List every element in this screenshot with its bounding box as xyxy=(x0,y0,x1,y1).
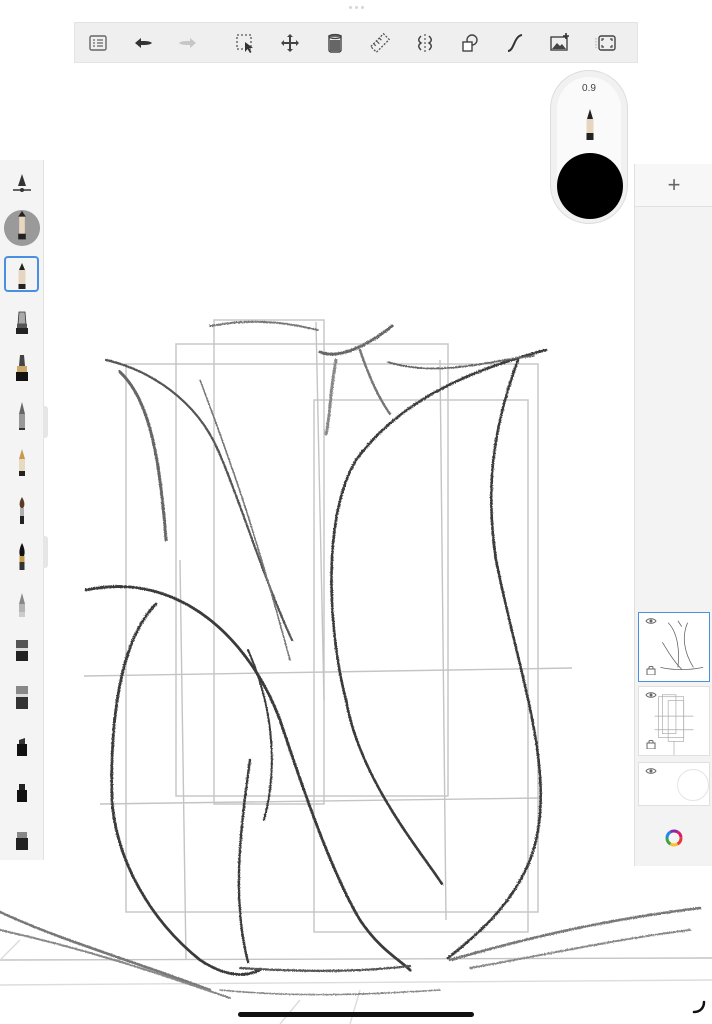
fountain-pen-icon[interactable] xyxy=(0,442,43,482)
chisel-marker-icon[interactable] xyxy=(0,630,43,670)
add-layer-label: + xyxy=(667,172,681,197)
symmetry-icon[interactable] xyxy=(402,23,447,62)
ink-brush-icon[interactable] xyxy=(0,536,43,576)
eraser-icon[interactable] xyxy=(0,820,43,860)
marker-icon[interactable] xyxy=(0,302,43,342)
color-wheel-button[interactable] xyxy=(635,810,712,866)
ink-pen-icon[interactable] xyxy=(0,348,43,388)
curve-icon[interactable] xyxy=(492,23,537,62)
paintbrush-icon[interactable] xyxy=(0,490,43,530)
add-layer-button[interactable]: + xyxy=(635,164,712,207)
highlighter-icon[interactable] xyxy=(0,772,43,812)
shapes-icon[interactable] xyxy=(447,23,492,62)
layer-guides[interactable] xyxy=(638,686,710,756)
brush-puck[interactable]: 0.9 xyxy=(550,70,628,224)
color-swatch[interactable] xyxy=(557,153,623,219)
wide-marker-icon[interactable] xyxy=(0,678,43,718)
layer-panel: + xyxy=(634,164,712,866)
select-icon[interactable] xyxy=(222,23,267,62)
ruler-icon[interactable] xyxy=(357,23,402,62)
home-indicator[interactable] xyxy=(238,1012,474,1017)
construction-lines xyxy=(0,319,712,1024)
brush-panel-tab[interactable] xyxy=(43,406,48,438)
brush-settings-icon[interactable] xyxy=(0,164,43,204)
toolbar-grip[interactable] xyxy=(346,6,366,10)
pencil-round-icon[interactable] xyxy=(0,208,43,248)
redo-icon[interactable] xyxy=(165,23,210,62)
brush-library-panel xyxy=(0,160,44,860)
background-color-swatch[interactable] xyxy=(677,769,709,801)
corner-handle-icon[interactable] xyxy=(690,998,708,1016)
top-toolbar xyxy=(74,22,638,63)
move-icon[interactable] xyxy=(267,23,312,62)
brush-panel-tab[interactable] xyxy=(43,536,48,568)
lock-icon[interactable] xyxy=(646,665,656,675)
image-icon[interactable] xyxy=(537,23,582,62)
eye-icon[interactable] xyxy=(645,767,657,775)
felt-tip-icon[interactable] xyxy=(0,726,43,766)
fullscreen-icon[interactable] xyxy=(582,23,630,62)
ballpoint-icon[interactable] xyxy=(0,396,43,436)
color-wheel-icon xyxy=(665,829,683,847)
undo-icon[interactable] xyxy=(120,23,165,62)
list-icon[interactable] xyxy=(75,23,120,62)
layer-background[interactable] xyxy=(638,762,710,806)
lock-icon[interactable] xyxy=(646,739,656,749)
layer-sketch[interactable] xyxy=(638,612,710,682)
airbrush-icon[interactable] xyxy=(0,584,43,624)
bucket-icon[interactable] xyxy=(312,23,357,62)
brush-size-label[interactable]: 0.9 xyxy=(551,83,627,94)
pencil-icon xyxy=(586,109,594,140)
pencil-icon[interactable] xyxy=(0,256,43,296)
sketch-strokes xyxy=(0,320,702,999)
